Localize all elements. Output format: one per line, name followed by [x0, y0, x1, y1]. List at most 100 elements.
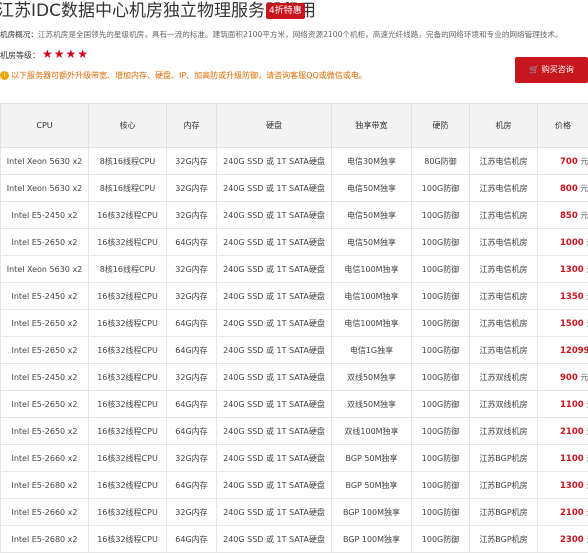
table-row: Intel E5-2650 x216核32线程CPU64G内存240G SSD …	[1, 418, 588, 445]
price-value: 850	[560, 211, 578, 221]
price-value: 1100	[560, 400, 584, 410]
cores-cell: 8核16线程CPU	[89, 148, 167, 175]
bandwidth-cell: 双线50M独享	[332, 364, 412, 391]
price-cell: 1350 元/月	[538, 283, 588, 310]
cores-cell: 16核32线程CPU	[89, 283, 167, 310]
disk-cell: 240G SSD 或 1T SATA硬盘	[217, 310, 332, 337]
bandwidth-cell: 电信30M独享	[332, 148, 412, 175]
buy-consult-label: 购买咨询	[542, 65, 574, 74]
disk-cell: 240G SSD 或 1T SATA硬盘	[217, 202, 332, 229]
cpu-cell: Intel E5-2450 x2	[1, 364, 89, 391]
ram-cell: 64G内存	[167, 418, 217, 445]
price-cell: 1100 元/月	[538, 445, 588, 472]
ddos-cell: 80G防御	[412, 148, 470, 175]
ram-cell: 64G内存	[167, 391, 217, 418]
price-unit: 元/月	[580, 373, 588, 382]
disk-cell: 240G SSD 或 1T SATA硬盘	[217, 526, 332, 553]
price-value: 800	[560, 184, 578, 194]
price-value: 2300	[560, 535, 584, 545]
upgrade-notice: i以下服务器可额外升级带宽、增加内存、硬盘、IP、加高防或升级防御，请咨询客服Q…	[0, 70, 367, 82]
bandwidth-cell: BGP 100M独享	[332, 499, 412, 526]
disk-cell: 240G SSD 或 1T SATA硬盘	[217, 148, 332, 175]
cores-cell: 16核32线程CPU	[89, 202, 167, 229]
ddos-cell: 100G防御	[412, 472, 470, 499]
ram-cell: 64G内存	[167, 337, 217, 364]
bandwidth-cell: 双线100M独享	[332, 418, 412, 445]
cpu-cell: Intel E5-2650 x2	[1, 229, 89, 256]
ram-cell: 32G内存	[167, 202, 217, 229]
cart-icon: 🛒	[529, 65, 539, 74]
cpu-cell: Intel E5-2650 x2	[1, 310, 89, 337]
column-header-ram: 内存	[167, 104, 217, 148]
price-value: 1000	[560, 238, 584, 248]
ddos-cell: 100G防御	[412, 526, 470, 553]
info-icon: i	[0, 71, 9, 80]
cores-cell: 16核32线程CPU	[89, 337, 167, 364]
ram-cell: 32G内存	[167, 256, 217, 283]
disk-cell: 240G SSD 或 1T SATA硬盘	[217, 418, 332, 445]
price-value: 1350	[560, 292, 584, 302]
price-cell: 850 元/月	[538, 202, 588, 229]
server-price-table: CPU核心内存硬盘独享带宽硬防机房价格 Intel Xeon 5630 x28核…	[0, 103, 588, 553]
price-cell: 2100 元/月	[538, 499, 588, 526]
price-value: 1300	[560, 481, 584, 491]
ddos-cell: 100G防御	[412, 175, 470, 202]
cores-cell: 16核32线程CPU	[89, 418, 167, 445]
page-header: 江苏IDC数据中心机房独立物理服务器租用 4折特惠 机房概况：江苏机房是全国领先…	[0, 0, 588, 100]
cores-cell: 16核32线程CPU	[89, 229, 167, 256]
room-cell: 江苏BGP机房	[470, 472, 538, 499]
column-header-cores: 核心	[89, 104, 167, 148]
bandwidth-cell: BGP 50M独享	[332, 472, 412, 499]
cpu-cell: Intel E5-2650 x2	[1, 391, 89, 418]
ram-cell: 64G内存	[167, 229, 217, 256]
ddos-cell: 100G防御	[412, 310, 470, 337]
cpu-cell: Intel E5-2660 x2	[1, 445, 89, 472]
disk-cell: 240G SSD 或 1T SATA硬盘	[217, 256, 332, 283]
ram-cell: 64G内存	[167, 310, 217, 337]
price-value: 900	[560, 373, 578, 383]
buy-consult-button[interactable]: 🛒 购买咨询	[515, 57, 588, 83]
price-cell: 800 元/月	[538, 175, 588, 202]
bandwidth-cell: 电信100M独享	[332, 256, 412, 283]
bandwidth-cell: 电信1G独享	[332, 337, 412, 364]
cpu-cell: Intel Xeon 5630 x2	[1, 175, 89, 202]
room-cell: 江苏BGP机房	[470, 526, 538, 553]
room-cell: 江苏电信机房	[470, 256, 538, 283]
bandwidth-cell: BGP 100M独享	[332, 526, 412, 553]
table-row: Intel Xeon 5630 x28核16线程CPU32G内存240G SSD…	[1, 175, 588, 202]
ddos-cell: 100G防御	[412, 445, 470, 472]
bandwidth-cell: 电信100M独享	[332, 310, 412, 337]
price-cell: 1000 元/月	[538, 229, 588, 256]
ddos-cell: 100G防御	[412, 337, 470, 364]
cpu-cell: Intel E5-2650 x2	[1, 337, 89, 364]
bandwidth-cell: 电信100M独享	[332, 283, 412, 310]
cores-cell: 16核32线程CPU	[89, 391, 167, 418]
ddos-cell: 100G防御	[412, 202, 470, 229]
ram-cell: 64G内存	[167, 472, 217, 499]
ddos-cell: 100G防御	[412, 418, 470, 445]
table-row: Intel E5-2450 x216核32线程CPU32G内存240G SSD …	[1, 283, 588, 310]
price-cell: 1100 元/月	[538, 391, 588, 418]
disk-cell: 240G SSD 或 1T SATA硬盘	[217, 175, 332, 202]
table-row: Intel E5-2680 x216核32线程CPU64G内存240G SSD …	[1, 472, 588, 499]
room-cell: 江苏电信机房	[470, 337, 538, 364]
room-cell: 江苏电信机房	[470, 310, 538, 337]
price-cell: 2300 元/月	[538, 526, 588, 553]
cpu-cell: Intel E5-2660 x2	[1, 499, 89, 526]
price-cell: 12099 元/月	[538, 337, 588, 364]
bandwidth-cell: 电信50M独享	[332, 229, 412, 256]
rating-label: 机房等级：	[0, 51, 40, 60]
disk-cell: 240G SSD 或 1T SATA硬盘	[217, 337, 332, 364]
cores-cell: 16核32线程CPU	[89, 364, 167, 391]
table-row: Intel E5-2680 x216核32线程CPU64G内存240G SSD …	[1, 526, 588, 553]
table-header-row: CPU核心内存硬盘独享带宽硬防机房价格	[1, 104, 588, 148]
datacenter-rating: 机房等级：★★★★	[0, 48, 89, 62]
price-unit: 元/月	[580, 157, 588, 166]
ram-cell: 32G内存	[167, 364, 217, 391]
room-cell: 江苏双线机房	[470, 391, 538, 418]
ddos-cell: 100G防御	[412, 499, 470, 526]
cores-cell: 16核32线程CPU	[89, 472, 167, 499]
cpu-cell: Intel E5-2680 x2	[1, 472, 89, 499]
intro-label: 机房概况：	[0, 30, 38, 39]
table-row: Intel E5-2660 x216核32线程CPU32G内存240G SSD …	[1, 445, 588, 472]
